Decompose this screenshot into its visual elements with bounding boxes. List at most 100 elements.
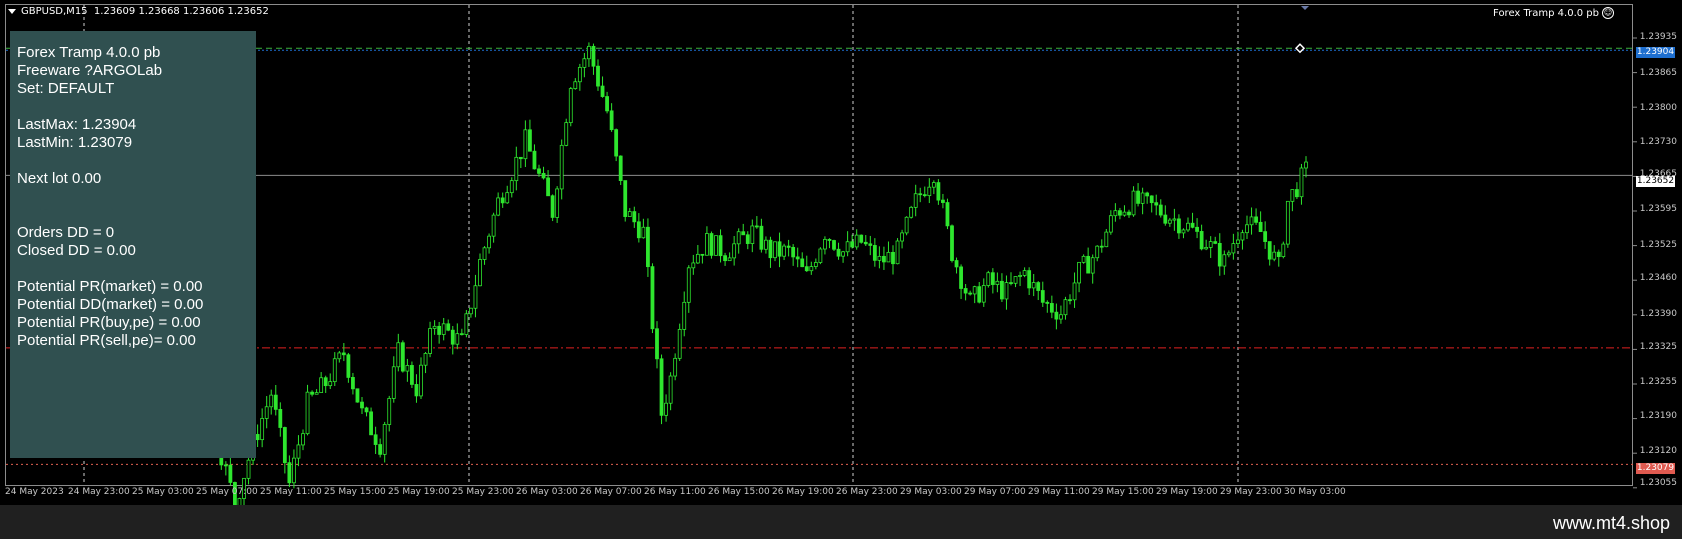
candle-body bbox=[564, 122, 569, 146]
candle-body bbox=[877, 255, 882, 261]
candle-body bbox=[614, 129, 619, 157]
candle-body bbox=[700, 253, 705, 256]
candle-body bbox=[1181, 229, 1186, 234]
time-tick: 30 May 03:00 bbox=[1284, 487, 1346, 497]
candle-body bbox=[868, 243, 873, 246]
candle-body bbox=[859, 234, 864, 243]
candle-body bbox=[754, 225, 759, 228]
candle-body bbox=[691, 262, 696, 269]
candle-body bbox=[410, 365, 414, 385]
price-tick: 1.23460 bbox=[1639, 273, 1677, 283]
candle-body bbox=[1081, 255, 1086, 263]
candle-body bbox=[364, 407, 369, 413]
candle-body bbox=[609, 110, 614, 131]
time-tick: 25 May 03:00 bbox=[132, 487, 194, 497]
candle-body bbox=[1177, 218, 1181, 234]
candle-body bbox=[759, 225, 764, 250]
last-min: LastMin: 1.23079 bbox=[17, 134, 133, 151]
candle-body bbox=[977, 286, 982, 303]
time-tick: 26 May 07:00 bbox=[580, 487, 642, 497]
candle-body bbox=[832, 240, 836, 250]
candle-body bbox=[1222, 254, 1227, 267]
candle-body bbox=[1245, 224, 1249, 234]
candle-body bbox=[1295, 189, 1299, 198]
candle-body bbox=[854, 234, 859, 248]
time-tick: 25 May 23:00 bbox=[452, 487, 514, 497]
candle-body bbox=[936, 182, 941, 201]
time-tick: 25 May 19:00 bbox=[388, 487, 450, 497]
candle-body bbox=[1281, 243, 1286, 258]
candle-body bbox=[900, 232, 904, 242]
candle-body bbox=[500, 197, 505, 204]
candle-body bbox=[673, 357, 678, 377]
candle-body bbox=[496, 197, 501, 216]
candle-body bbox=[886, 251, 891, 263]
candle-body bbox=[727, 257, 732, 262]
candle-body bbox=[419, 364, 423, 397]
time-tick: 26 May 15:00 bbox=[708, 487, 770, 497]
time-tick: 29 May 11:00 bbox=[1028, 487, 1090, 497]
candle-body bbox=[895, 240, 900, 265]
candle-body bbox=[990, 272, 995, 285]
candle-body bbox=[391, 366, 396, 399]
dropdown-triangle-icon[interactable] bbox=[8, 8, 16, 14]
candle-body bbox=[1145, 192, 1150, 197]
candle-body bbox=[764, 239, 768, 250]
candle-body bbox=[668, 375, 673, 404]
candle-body bbox=[1118, 210, 1122, 216]
candle-body bbox=[1068, 299, 1072, 302]
candle-body bbox=[1299, 167, 1304, 198]
candle-body bbox=[1240, 232, 1245, 241]
candle-body bbox=[528, 129, 532, 152]
candle-body bbox=[319, 377, 324, 393]
price-tick: 1.23325 bbox=[1639, 342, 1677, 352]
candle-body bbox=[546, 177, 550, 197]
candle-body bbox=[1108, 215, 1113, 233]
potential-pr-sell: Potential PR(sell,pe)= 0.00 bbox=[17, 332, 196, 349]
candle-body bbox=[618, 155, 623, 181]
time-tick: 26 May 23:00 bbox=[836, 487, 898, 497]
candle-body bbox=[1249, 216, 1254, 226]
candle-body bbox=[1127, 211, 1131, 216]
price-tick: 1.23865 bbox=[1639, 68, 1677, 78]
candle-body bbox=[1113, 210, 1118, 217]
candle-body bbox=[809, 266, 814, 272]
price-tick: 1.23190 bbox=[1639, 411, 1677, 421]
candle-body bbox=[1149, 195, 1154, 204]
time-tick: 26 May 03:00 bbox=[516, 487, 578, 497]
level-drag-handle-icon bbox=[1294, 43, 1306, 54]
candle-body bbox=[695, 253, 700, 264]
candle-body bbox=[682, 301, 687, 330]
candle-body bbox=[1122, 211, 1127, 216]
time-tick: 26 May 19:00 bbox=[772, 487, 834, 497]
candle-body bbox=[1131, 190, 1136, 216]
time-tick: 25 May 11:00 bbox=[260, 487, 322, 497]
candle-body bbox=[795, 256, 800, 260]
candle-body bbox=[568, 88, 573, 124]
smiley-icon[interactable]: ☺ bbox=[1602, 7, 1614, 19]
candle-body bbox=[827, 238, 832, 241]
candle-body bbox=[627, 211, 632, 217]
candle-body bbox=[305, 391, 310, 435]
candle-body bbox=[1267, 241, 1272, 260]
candle-body bbox=[841, 251, 845, 257]
candle-body bbox=[786, 245, 791, 248]
candle-body bbox=[913, 193, 918, 208]
candle-body bbox=[1040, 290, 1045, 303]
candle-body bbox=[1022, 270, 1027, 276]
candle-body bbox=[273, 394, 278, 410]
candle-body bbox=[310, 391, 314, 395]
candle-body bbox=[1063, 299, 1068, 316]
candle-body bbox=[750, 225, 755, 244]
candle-body bbox=[577, 66, 582, 83]
time-tick: 29 May 19:00 bbox=[1156, 487, 1218, 497]
candle-body bbox=[922, 194, 927, 197]
candle-body bbox=[523, 129, 528, 160]
candle-body bbox=[650, 266, 655, 330]
price-tick: 1.23800 bbox=[1639, 103, 1677, 113]
candle-body bbox=[437, 325, 442, 335]
candle-body bbox=[487, 235, 491, 249]
candle-body bbox=[414, 384, 419, 397]
candle-body bbox=[428, 328, 432, 354]
candle-body bbox=[450, 329, 455, 345]
